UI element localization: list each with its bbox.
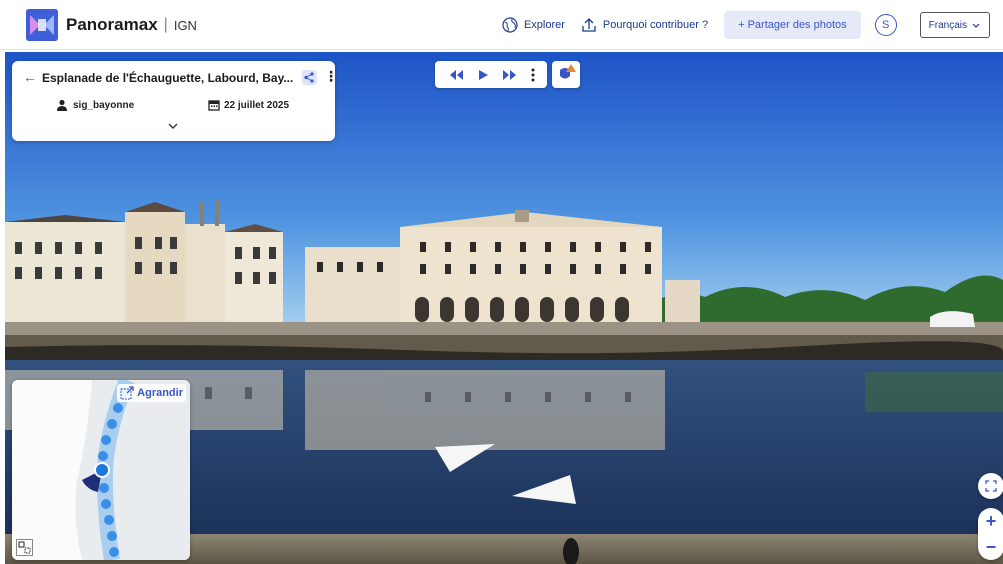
picture-title: Esplanade de l'Échauguette, Labourd, Bay… [42, 71, 294, 85]
picture-date: 22 juillet 2025 [224, 99, 290, 111]
panoramax-logo-icon [26, 9, 58, 41]
picture-info-card: ← Esplanade de l'Échauguette, Labourd, B… [12, 61, 338, 141]
expand-label: Agrandir [137, 387, 183, 399]
calendar-icon [208, 100, 220, 111]
mini-map[interactable]: Agrandir [12, 380, 190, 560]
next-icon[interactable] [502, 69, 518, 81]
explore-label: Explorer [523, 19, 565, 31]
play-icon[interactable] [477, 69, 489, 81]
expand-chevron-icon[interactable] [167, 121, 179, 131]
chevron-down-icon [972, 23, 980, 28]
language-label: Français [928, 19, 967, 31]
author-meta: sig_bayonne [56, 99, 134, 111]
expand-icon [120, 386, 134, 400]
author-name: sig_bayonne [73, 99, 135, 111]
zoom-out-button[interactable]: − [986, 537, 997, 558]
fullscreen-icon [985, 480, 997, 492]
zoom-controls: + − [978, 508, 1003, 560]
language-select[interactable]: Français [919, 12, 990, 38]
zoom-in-button[interactable]: + [986, 511, 997, 532]
date-meta: 22 juillet 2025 [208, 99, 289, 111]
top-bar: Panoramax | IGN Explorer Pourquoi contri… [0, 0, 1003, 50]
back-arrow-icon[interactable]: ← [23, 69, 37, 85]
user-icon [57, 99, 67, 111]
map-toggle-icon[interactable] [16, 539, 33, 556]
user-avatar[interactable]: S [874, 14, 897, 36]
header-nav: Explorer Pourquoi contribuer ? + Partage… [502, 9, 1003, 41]
previous-icon[interactable] [448, 69, 464, 81]
brand-name: Panoramax [66, 15, 158, 34]
brand-logo[interactable]: Panoramax | IGN [26, 9, 197, 41]
brand-separator: | [163, 16, 168, 33]
current-position-marker [94, 462, 110, 478]
fullscreen-button[interactable] [978, 473, 1003, 499]
globe-icon [502, 17, 518, 33]
report-button[interactable] [552, 61, 580, 88]
expand-map-button[interactable]: Agrandir [117, 384, 186, 402]
why-contribute-link[interactable]: Pourquoi contribuer ? [581, 17, 708, 33]
brand-sub: IGN [173, 17, 197, 33]
playback-controls [435, 61, 547, 88]
explore-link[interactable]: Explorer [502, 17, 565, 33]
mini-map-canvas [12, 380, 190, 560]
playback-options-icon[interactable] [531, 68, 535, 82]
share-photos-button[interactable]: + Partager des photos [724, 11, 861, 39]
why-label: Pourquoi contribuer ? [602, 19, 709, 31]
more-options-icon[interactable]: ⋮ [324, 68, 338, 85]
share-icon[interactable] [302, 70, 317, 85]
report-flag-icon [560, 64, 576, 79]
upload-icon [582, 18, 596, 32]
